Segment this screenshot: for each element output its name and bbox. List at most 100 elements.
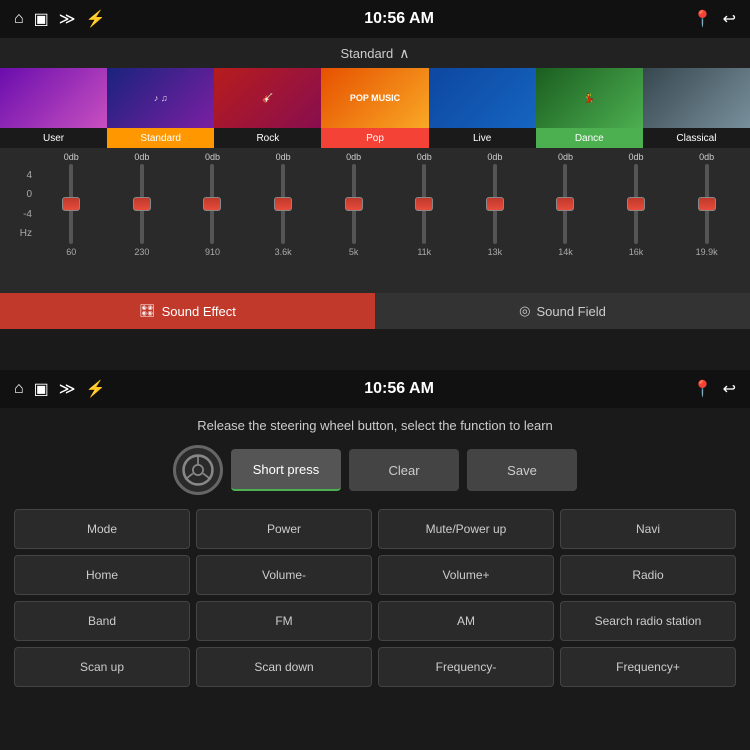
eq-handle-16k[interactable] [627, 197, 645, 211]
preset-dance-label: Dance [536, 128, 643, 148]
bottom-usb-icon[interactable]: ⚡ [86, 379, 106, 399]
eq-freq-19.9k: 19.9k [696, 247, 718, 257]
func-btn-volume-[interactable]: Volume- [196, 555, 372, 595]
eq-col-13k[interactable]: 0db 13k [460, 152, 531, 257]
tab-sound-field-label: Sound Field [536, 304, 605, 319]
eq-col-19.9k[interactable]: 0db 19.9k [671, 152, 742, 257]
preset-thumbnails: User ♪ ♫ Standard 🎸 Rock POP MUSIC Pop L… [0, 68, 750, 148]
eq-track-5k[interactable] [352, 164, 356, 244]
clear-button[interactable]: Clear [349, 449, 459, 491]
save-button[interactable]: Save [467, 449, 577, 491]
eq-sliders-row: 0db 60 0db 230 0db 910 0db 3.6k 0db [36, 152, 742, 257]
function-grid: ModePowerMute/Power upNavi HomeVolume-Vol… [0, 505, 750, 691]
eq-freq-230: 230 [134, 247, 149, 257]
tab-sound-effect[interactable]: 🎛 Sound Effect [0, 293, 375, 329]
usb-icon[interactable]: ⚡ [86, 9, 106, 29]
eq-track-13k[interactable] [493, 164, 497, 244]
short-press-button[interactable]: Short press [231, 449, 341, 491]
eq-col-3.6k[interactable]: 0db 3.6k [248, 152, 319, 257]
eq-freq-16k: 16k [629, 247, 644, 257]
eq-col-11k[interactable]: 0db 11k [389, 152, 460, 257]
eq-db-val-11k: 0db [417, 152, 432, 162]
eq-db-val-19.9k: 0db [699, 152, 714, 162]
eq-handle-11k[interactable] [415, 197, 433, 211]
eq-track-60[interactable] [69, 164, 73, 244]
eq-handle-5k[interactable] [345, 197, 363, 211]
preset-bar[interactable]: Standard ∧ [0, 38, 750, 68]
home-icon[interactable]: ⌂ [14, 10, 24, 28]
func-btn-scan-up[interactable]: Scan up [14, 647, 190, 687]
eq-db-val-16k: 0db [629, 152, 644, 162]
screen-icon[interactable]: ▣ [34, 9, 49, 29]
eq-db-val-230: 0db [134, 152, 149, 162]
location-icon: 📍 [693, 9, 713, 29]
eq-col-14k[interactable]: 0db 14k [530, 152, 601, 257]
func-btn-frequency+[interactable]: Frequency+ [560, 647, 736, 687]
preset-dance[interactable]: 💃 Dance [536, 68, 643, 148]
preset-rock[interactable]: 🎸 Rock [214, 68, 321, 148]
eq-col-230[interactable]: 0db 230 [107, 152, 178, 257]
preset-standard[interactable]: ♪ ♫ Standard [107, 68, 214, 148]
func-btn-scan-down[interactable]: Scan down [196, 647, 372, 687]
bottom-nav-icon[interactable]: ≫ [59, 379, 76, 399]
bottom-location-icon: 📍 [693, 379, 713, 399]
eq-db-0: 0 [8, 189, 32, 200]
bottom-back-icon[interactable]: ↩ [723, 379, 736, 399]
eq-handle-13k[interactable] [486, 197, 504, 211]
eq-handle-230[interactable] [133, 197, 151, 211]
eq-col-910[interactable]: 0db 910 [177, 152, 248, 257]
eq-handle-910[interactable] [203, 197, 221, 211]
eq-track-11k[interactable] [422, 164, 426, 244]
eq-axis: 4 0 -4 Hz [8, 152, 36, 257]
top-status-icons: ⌂ ▣ ≫ ⚡ [14, 9, 105, 29]
preset-live[interactable]: Live [429, 68, 536, 148]
eq-handle-14k[interactable] [556, 197, 574, 211]
eq-freq-3.6k: 3.6k [275, 247, 292, 257]
func-btn-volume+[interactable]: Volume+ [378, 555, 554, 595]
func-btn-band[interactable]: Band [14, 601, 190, 641]
eq-db-val-13k: 0db [487, 152, 502, 162]
sound-field-icon: ◎ [519, 303, 530, 319]
func-btn-mute-power-up[interactable]: Mute/Power up [378, 509, 554, 549]
steering-wheel-panel: ⌂ ▣ ≫ ⚡ 10:56 AM 📍 ↩ Release the steerin… [0, 370, 750, 750]
eq-track-910[interactable] [210, 164, 214, 244]
eq-track-3.6k[interactable] [281, 164, 285, 244]
func-btn-search-radio-station[interactable]: Search radio station [560, 601, 736, 641]
bottom-home-icon[interactable]: ⌂ [14, 380, 24, 398]
func-btn-am[interactable]: AM [378, 601, 554, 641]
tab-sound-field[interactable]: ◎ Sound Field [375, 293, 750, 329]
eq-freq-910: 910 [205, 247, 220, 257]
preset-pop[interactable]: POP MUSIC Pop [321, 68, 428, 148]
eq-main-area: 4 0 -4 Hz 0db 60 0db 230 0db [8, 152, 742, 257]
func-btn-navi[interactable]: Navi [560, 509, 736, 549]
eq-db-val-3.6k: 0db [276, 152, 291, 162]
preset-classical[interactable]: Classical [643, 68, 750, 148]
nav-icon[interactable]: ≫ [59, 9, 76, 29]
eq-track-230[interactable] [140, 164, 144, 244]
bottom-status-icons: ⌂ ▣ ≫ ⚡ [14, 379, 105, 399]
func-btn-power[interactable]: Power [196, 509, 372, 549]
func-btn-fm[interactable]: FM [196, 601, 372, 641]
eq-col-60[interactable]: 0db 60 [36, 152, 107, 257]
eq-col-16k[interactable]: 0db 16k [601, 152, 672, 257]
eq-handle-19.9k[interactable] [698, 197, 716, 211]
eq-track-14k[interactable] [563, 164, 567, 244]
func-btn-mode[interactable]: Mode [14, 509, 190, 549]
preset-chevron-icon[interactable]: ∧ [399, 45, 409, 62]
tab-sound-effect-label: Sound Effect [162, 304, 236, 319]
eq-track-16k[interactable] [634, 164, 638, 244]
eq-handle-60[interactable] [62, 197, 80, 211]
func-btn-radio[interactable]: Radio [560, 555, 736, 595]
back-icon[interactable]: ↩ [723, 9, 736, 29]
eq-track-19.9k[interactable] [705, 164, 709, 244]
equalizer-panel: ⌂ ▣ ≫ ⚡ 10:56 AM 📍 ↩ Standard ∧ User ♪ ♫… [0, 0, 750, 370]
func-btn-home[interactable]: Home [14, 555, 190, 595]
func-btn-frequency-[interactable]: Frequency- [378, 647, 554, 687]
eq-freq-11k: 11k [417, 247, 431, 257]
preset-standard-label: Standard [107, 128, 214, 148]
eq-handle-3.6k[interactable] [274, 197, 292, 211]
preset-user-label: User [0, 128, 107, 148]
eq-col-5k[interactable]: 0db 5k [318, 152, 389, 257]
bottom-screen-icon[interactable]: ▣ [34, 379, 49, 399]
preset-user[interactable]: User [0, 68, 107, 148]
